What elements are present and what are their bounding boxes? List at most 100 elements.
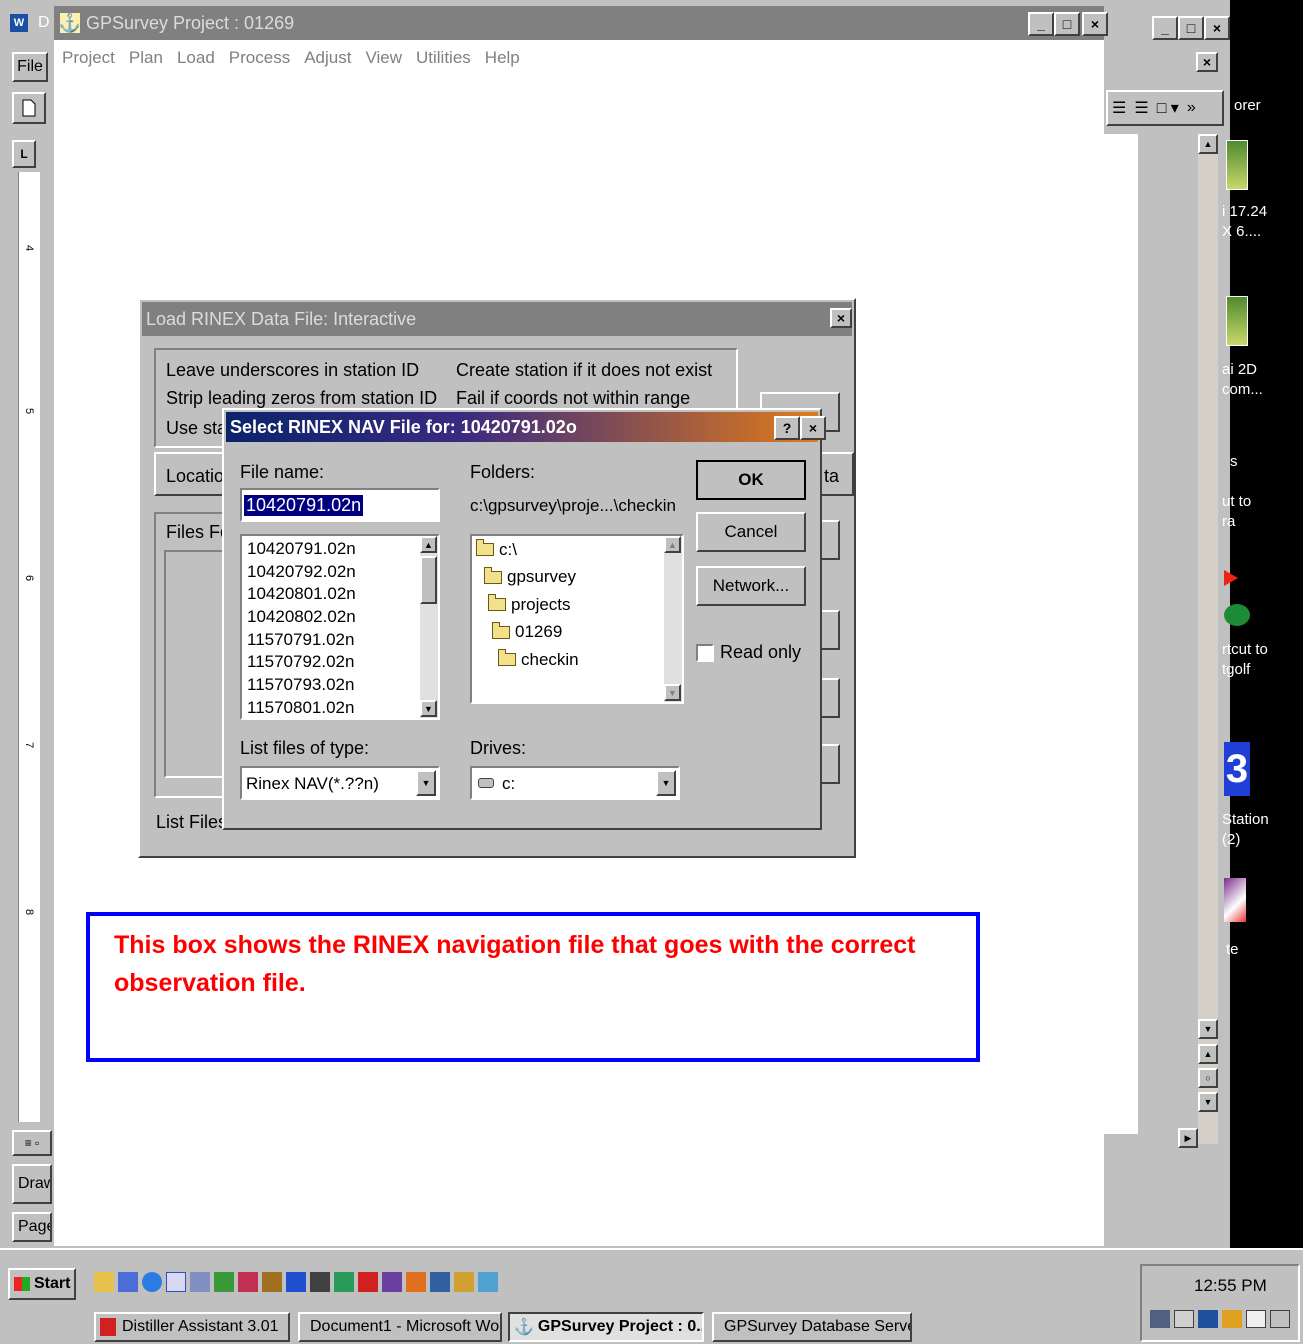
minimize-button[interactable]: _ — [1028, 12, 1054, 36]
quick-launch-icon[interactable] — [214, 1272, 234, 1292]
quick-launch-icon[interactable] — [406, 1272, 426, 1292]
read-only-checkbox[interactable] — [696, 644, 714, 662]
select-browse-object[interactable]: ○ — [1198, 1068, 1218, 1088]
vertical-scrollbar[interactable]: ▲ ▼ ▲ ○ ▼ — [1198, 134, 1218, 1144]
tray-icon[interactable] — [1198, 1310, 1218, 1328]
read-only-label[interactable]: Read only — [720, 642, 801, 663]
menu-load[interactable]: Load — [177, 48, 215, 68]
next-page-button[interactable]: ▼ — [1198, 1092, 1218, 1112]
tray-icon[interactable] — [1246, 1310, 1266, 1328]
load-rinex-close-button[interactable]: × — [830, 308, 852, 328]
scroll-down-arrow[interactable]: ▼ — [1198, 1019, 1218, 1039]
select-nav-close-button[interactable]: × — [800, 416, 826, 440]
desktop-image-icon[interactable] — [1226, 140, 1248, 190]
desktop-station-icon[interactable]: 3 — [1224, 742, 1250, 796]
cancel-button[interactable]: Cancel — [696, 512, 806, 552]
quick-launch-icon[interactable] — [382, 1272, 402, 1292]
word-minimize-button[interactable]: _ — [1152, 16, 1178, 40]
list-type-select[interactable]: Rinex NAV(*.??n) ▼ — [240, 766, 440, 800]
quick-launch-icon[interactable] — [478, 1272, 498, 1292]
draw-button[interactable]: Draw — [12, 1164, 52, 1204]
close-button[interactable]: × — [1082, 12, 1108, 36]
files-found-list[interactable] — [164, 550, 224, 778]
tray-icon[interactable] — [1150, 1310, 1170, 1328]
chevron-down-icon[interactable]: ▼ — [656, 770, 676, 796]
prev-page-button[interactable]: ▲ — [1198, 1044, 1218, 1064]
printer-icon[interactable] — [1270, 1310, 1290, 1328]
menu-help[interactable]: Help — [485, 48, 520, 68]
scroll-up-arrow[interactable]: ▲ — [420, 536, 437, 553]
quick-launch-icon[interactable] — [430, 1272, 450, 1292]
quick-launch-icon[interactable] — [94, 1272, 114, 1292]
desktop-red-arrow-icon[interactable] — [1224, 570, 1238, 586]
help-button[interactable]: ? — [774, 416, 800, 440]
file-list-item[interactable]: 10420802.02n — [244, 606, 419, 629]
start-button[interactable]: Start — [8, 1268, 76, 1300]
menu-view[interactable]: View — [365, 48, 402, 68]
word-maximize-button[interactable]: □ — [1178, 16, 1204, 40]
ie-icon[interactable] — [142, 1272, 162, 1292]
file-list-item[interactable]: 10420792.02n — [244, 561, 419, 584]
chevron-down-icon[interactable]: ▼ — [416, 770, 436, 796]
network-button[interactable]: Network... — [696, 566, 806, 606]
option-leave-underscores[interactable]: Leave underscores in station ID — [166, 360, 419, 381]
tab-stop-icon[interactable]: L — [12, 140, 36, 168]
file-name-input[interactable]: 10420791.02n — [240, 488, 440, 522]
folder-item[interactable]: gpsurvey — [476, 564, 579, 592]
maximize-button[interactable]: □ — [1054, 12, 1080, 36]
folder-item[interactable]: checkin — [476, 646, 579, 674]
scroll-up-arrow[interactable]: ▲ — [1198, 134, 1218, 154]
scroll-right-arrow[interactable]: ▶ — [1178, 1128, 1198, 1148]
folder-item[interactable]: projects — [476, 591, 579, 619]
quick-launch-icon[interactable] — [118, 1272, 138, 1292]
folder-tree-scrollbar[interactable]: ▲ ▼ — [664, 536, 682, 702]
desktop-note-icon[interactable] — [1224, 878, 1246, 922]
file-list-scrollbar[interactable]: ▲ ▼ — [420, 536, 438, 718]
file-list-item[interactable]: 11570793.02n — [244, 674, 419, 697]
quick-launch-icon[interactable] — [166, 1272, 186, 1292]
option-strip-zeros[interactable]: Strip leading zeros from station ID — [166, 388, 437, 409]
quick-launch-icon[interactable] — [238, 1272, 258, 1292]
file-list-item[interactable]: 11570792.02n — [244, 651, 419, 674]
outline-toolbar[interactable]: ☰ ☰ □ ▾» — [1106, 90, 1224, 126]
folder-item[interactable]: 01269 — [476, 619, 579, 647]
quick-launch-icon[interactable] — [262, 1272, 282, 1292]
taskbar-item-distiller[interactable]: Distiller Assistant 3.01 — [94, 1312, 290, 1342]
file-list-item[interactable]: 11570791.02n — [244, 629, 419, 652]
folder-tree[interactable]: c:\ gpsurvey projects 01269 checkin ▲ ▼ — [470, 534, 684, 704]
word-file-menu[interactable]: File — [12, 52, 48, 82]
menu-plan[interactable]: Plan — [129, 48, 163, 68]
word-app-icon[interactable]: W — [10, 14, 28, 32]
menu-process[interactable]: Process — [229, 48, 290, 68]
drives-select[interactable]: c: ▼ — [470, 766, 680, 800]
option-use-station[interactable]: Use sta — [166, 418, 227, 439]
scroll-up-arrow[interactable]: ▲ — [664, 536, 681, 553]
tray-icon[interactable] — [1222, 1310, 1242, 1328]
menu-utilities[interactable]: Utilities — [416, 48, 471, 68]
menu-adjust[interactable]: Adjust — [304, 48, 351, 68]
volume-icon[interactable] — [1174, 1310, 1194, 1328]
file-list[interactable]: 10420791.02n 10420792.02n 10420801.02n 1… — [240, 534, 440, 720]
desktop-golf-icon[interactable] — [1224, 604, 1250, 626]
taskbar-item-gpsurvey[interactable]: ⚓ GPSurvey Project : 0... — [508, 1312, 704, 1342]
quick-launch-icon[interactable] — [310, 1272, 330, 1292]
quick-launch-icon[interactable] — [334, 1272, 354, 1292]
quick-launch-icon[interactable] — [358, 1272, 378, 1292]
desktop-image-icon[interactable] — [1226, 296, 1248, 346]
folder-item[interactable]: c:\ — [476, 536, 579, 564]
new-document-icon[interactable] — [12, 92, 46, 124]
option-create-station[interactable]: Create station if it does not exist — [456, 360, 712, 381]
quick-launch-icon[interactable] — [190, 1272, 210, 1292]
word-doc-close-button[interactable]: × — [1196, 52, 1218, 72]
ok-button[interactable]: OK — [696, 460, 806, 500]
file-list-item[interactable]: 10420791.02n — [244, 538, 419, 561]
taskbar-item-word[interactable]: Document1 - Microsoft Word — [298, 1312, 502, 1342]
quick-launch-icon[interactable] — [454, 1272, 474, 1292]
menu-project[interactable]: Project — [62, 48, 115, 68]
normal-view-icon[interactable]: ≡ ▫ — [12, 1130, 52, 1156]
file-list-item[interactable]: 11570801.02n — [244, 697, 419, 718]
file-list-item[interactable]: 10420801.02n — [244, 583, 419, 606]
scroll-down-arrow[interactable]: ▼ — [420, 700, 437, 717]
scroll-thumb[interactable] — [420, 556, 437, 604]
option-fail-coords[interactable]: Fail if coords not within range — [456, 388, 690, 409]
